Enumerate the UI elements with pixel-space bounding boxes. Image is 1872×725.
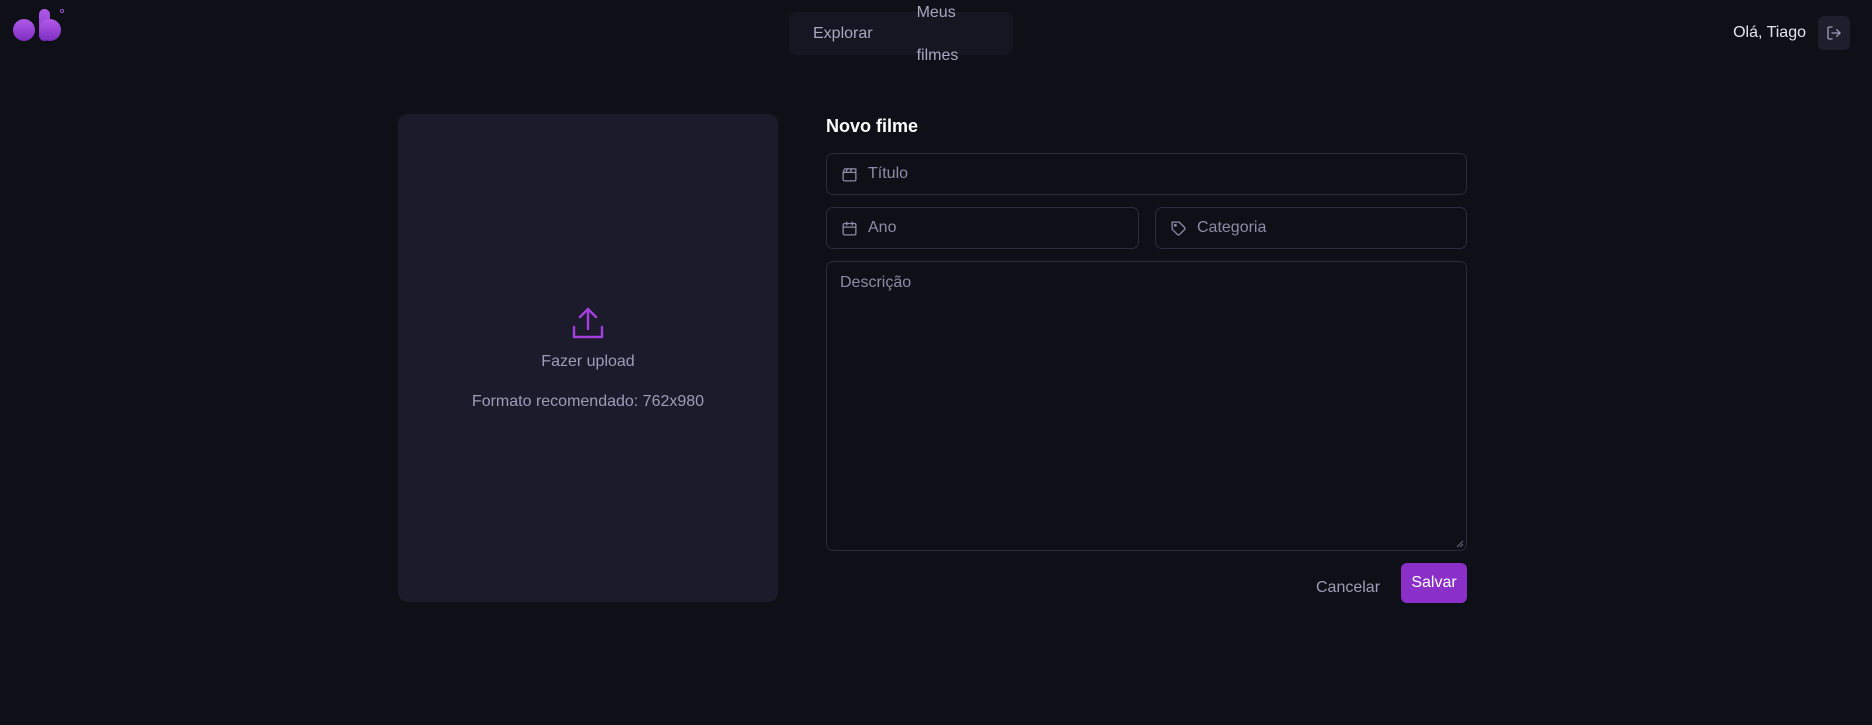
nav-meus-filmes[interactable]: Meus filmes: [891, 0, 1007, 77]
logout-icon: [1827, 26, 1841, 40]
title-placeholder: Título: [868, 165, 909, 182]
year-input[interactable]: Ano: [826, 207, 1139, 249]
logo-icon[interactable]: [12, 8, 64, 42]
user-area: Olá, Tiago: [1733, 16, 1850, 50]
upload-label: Fazer upload: [541, 353, 635, 370]
logout-button[interactable]: [1818, 16, 1850, 50]
user-greeting: Olá, Tiago: [1733, 24, 1806, 41]
upload-icon: [572, 307, 604, 339]
calendar-icon: [842, 220, 857, 236]
save-button[interactable]: Salvar: [1401, 563, 1467, 603]
title-input[interactable]: Título: [826, 153, 1467, 195]
nav-explorar[interactable]: Explorar: [795, 12, 891, 55]
category-placeholder: Categoria: [1197, 219, 1267, 236]
description-textarea[interactable]: Descrição: [826, 261, 1467, 551]
main-nav: Explorar Meus filmes: [789, 4, 1013, 64]
category-input[interactable]: Categoria: [1155, 207, 1467, 249]
resize-handle-icon[interactable]: [1455, 539, 1464, 548]
form-title: Novo filme: [826, 116, 919, 136]
tag-icon: [1171, 220, 1186, 236]
upload-format-hint: Formato recomendado: 762x980: [471, 393, 705, 410]
upload-dropzone[interactable]: Fazer upload Formato recomendado: 762x98…: [398, 114, 778, 602]
clapperboard-icon: [842, 167, 857, 182]
year-placeholder: Ano: [868, 219, 897, 236]
cancel-button[interactable]: Cancelar: [1316, 576, 1380, 600]
description-placeholder: Descrição: [840, 274, 912, 291]
